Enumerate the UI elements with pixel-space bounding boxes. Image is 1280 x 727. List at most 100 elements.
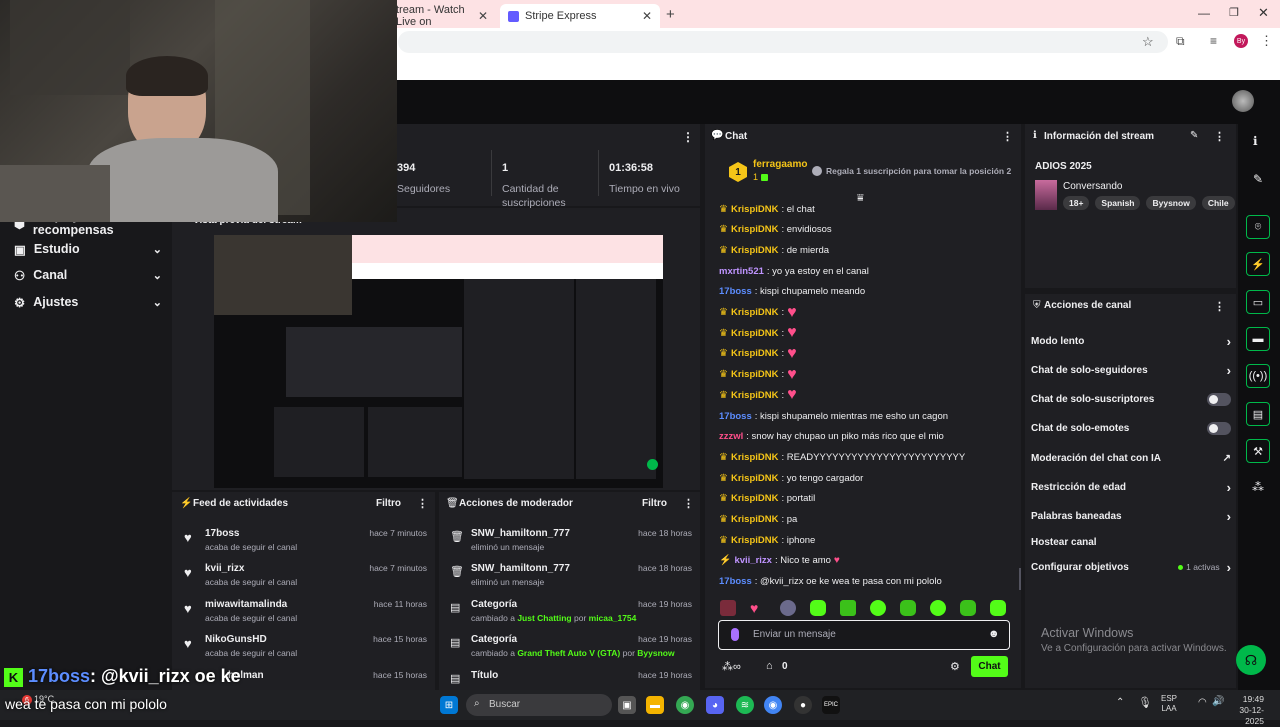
category-link[interactable]: Just Chatting (517, 613, 571, 623)
chat-username[interactable]: mxrtin521 (719, 266, 764, 277)
wrench-icon[interactable]: ⚒ (1246, 439, 1270, 463)
community-icon[interactable]: ⁂∞ (722, 660, 741, 673)
url-bar[interactable] (398, 31, 1168, 53)
close-window-icon[interactable]: ✕ (1258, 5, 1269, 21)
sidebar-item-channel[interactable]: ⚇ Canal ⌄ (14, 265, 162, 285)
emote-icon[interactable] (900, 600, 916, 616)
chat-username[interactable]: 17boss (719, 411, 752, 422)
chat-username[interactable]: KrispiDNK (731, 473, 779, 484)
chat-username[interactable]: KrispiDNK (731, 452, 779, 463)
store-icon[interactable]: ⌂ (766, 660, 773, 672)
category-link[interactable]: Grand Theft Auto V (GTA) (517, 648, 620, 658)
mod-user[interactable]: SNW_hamiltonn_777 (471, 563, 570, 574)
subs-only-toggle[interactable] (1207, 392, 1231, 406)
layout-icon[interactable]: ▤ (1246, 402, 1270, 426)
emotes-only-toggle[interactable] (1207, 421, 1231, 435)
browser-tab-stripe[interactable]: Stripe Express ✕ (500, 4, 660, 28)
community-icon[interactable]: ⁂ (1252, 480, 1264, 494)
tag[interactable]: Byysnow (1146, 196, 1196, 210)
new-tab-icon[interactable]: + (666, 6, 675, 23)
heart-emote-icon[interactable]: ♥ (750, 600, 766, 616)
emote-icon[interactable] (720, 600, 736, 616)
action-banned-words[interactable]: Palabras baneadas › (1031, 505, 1231, 527)
obs-icon[interactable]: ● (794, 696, 812, 714)
emote-icon[interactable] (870, 600, 886, 616)
start-icon[interactable]: ⊞ (440, 696, 458, 714)
emote-icon[interactable] (990, 600, 1006, 616)
chat-username[interactable]: 17boss (719, 576, 752, 587)
mod-user[interactable]: SNW_hamiltonn_777 (471, 528, 570, 539)
emote-icon[interactable] (930, 600, 946, 616)
chat-username[interactable]: 17boss (719, 286, 752, 297)
chat-username[interactable]: KrispiDNK (731, 348, 779, 359)
chat-username[interactable]: KrispiDNK (731, 493, 779, 504)
action-ai-moderation[interactable]: Moderación del chat con IA ↗ (1031, 447, 1231, 469)
mod-menu-icon[interactable]: ⋮ (683, 497, 694, 510)
feed-user[interactable]: miwawitamalinda (205, 599, 297, 610)
profile-avatar[interactable]: By (1234, 34, 1248, 48)
spotify-icon[interactable]: ≋ (736, 696, 754, 714)
tag[interactable]: Chile (1201, 196, 1235, 210)
bookmark-star-icon[interactable]: ☆ (1142, 34, 1154, 50)
volume-icon[interactable]: 🔊 (1212, 696, 1224, 707)
action-slow-mode[interactable]: Modo lento › (1031, 330, 1231, 352)
feed-user[interactable]: 17boss (205, 528, 297, 539)
chat-username[interactable]: KrispiDNK (731, 307, 779, 318)
emote-icon[interactable] (810, 600, 826, 616)
task-view-icon[interactable]: ▣ (618, 696, 636, 714)
user-avatar[interactable] (1232, 90, 1254, 112)
filter-button[interactable]: Filtro (376, 498, 401, 509)
minimize-icon[interactable]: — (1198, 6, 1210, 20)
chat-icon[interactable]: ▬ (1246, 327, 1270, 351)
mic-icon[interactable] (731, 628, 739, 641)
maximize-icon[interactable]: ❐ (1229, 6, 1239, 19)
filter-button[interactable]: Filtro (642, 498, 667, 509)
sidebar-item-settings[interactable]: ⚙ Ajustes ⌄ (14, 292, 162, 312)
document-icon[interactable]: ▭ (1246, 290, 1270, 314)
category-name[interactable]: Conversando (1063, 181, 1122, 192)
chat-username[interactable]: KrispiDNK (731, 390, 779, 401)
chat-input[interactable]: Enviar un mensaje ☻ (718, 620, 1010, 650)
chat-username[interactable]: KrispiDNK (731, 535, 779, 546)
chrome-profile-icon[interactable]: ◉ (764, 696, 782, 714)
action-host-channel[interactable]: Hostear canal (1031, 531, 1231, 553)
taskbar-search[interactable]: ⌕ Buscar (466, 694, 612, 716)
edit-icon[interactable]: ✎ (1190, 130, 1198, 141)
gift-prompt[interactable]: Regala 1 suscripción para tomar la posic… (826, 166, 1011, 176)
action-goals[interactable]: Configurar objetivos 1 activas › (1031, 556, 1231, 578)
lightning-icon[interactable]: ⚡ (1246, 252, 1270, 276)
tray-chevron-icon[interactable]: ⌃ (1116, 697, 1124, 708)
chat-username[interactable]: zzzwl (719, 431, 743, 442)
category-thumbnail[interactable] (1035, 180, 1057, 210)
browser-tab-kick[interactable]: tream - Watch Live on ✕ (388, 4, 496, 28)
camera-icon[interactable]: ⌾ (1246, 215, 1270, 239)
actions-menu-icon[interactable]: ⋮ (1214, 300, 1225, 313)
language-indicator[interactable]: ESP LAA (1161, 694, 1177, 714)
collapse-icon[interactable]: ⩸ (857, 192, 864, 205)
chat-scrollbar[interactable] (1019, 568, 1021, 590)
reading-list-icon[interactable]: ≡ (1210, 34, 1217, 48)
feed-user[interactable]: NikoGunsHD (205, 634, 297, 645)
stream-preview-video[interactable] (214, 235, 663, 488)
chat-username[interactable]: KrispiDNK (731, 328, 779, 339)
chat-username[interactable]: KrispiDNK (731, 369, 779, 380)
close-tab-icon[interactable]: ✕ (478, 9, 488, 23)
chat-username[interactable]: kvii_rizx (734, 555, 772, 566)
tag[interactable]: 18+ (1063, 196, 1090, 210)
discord-icon[interactable]: ◕ (706, 696, 724, 714)
browser-menu-icon[interactable]: ⋮ (1260, 33, 1273, 49)
broadcast-icon[interactable]: ((•)) (1246, 364, 1270, 388)
action-followers-only[interactable]: Chat de solo-seguidores › (1031, 359, 1231, 381)
user-link[interactable]: Byysnow (637, 648, 674, 658)
file-explorer-icon[interactable]: ▬ (646, 696, 664, 714)
tag[interactable]: Spanish (1095, 196, 1141, 210)
info-menu-icon[interactable]: ⋮ (1214, 130, 1225, 143)
chat-username[interactable]: KrispiDNK (731, 224, 779, 235)
clock[interactable]: 19:49 30-12-2025 (1226, 694, 1264, 727)
emote-icon[interactable] (840, 600, 856, 616)
chat-username[interactable]: KrispiDNK (731, 245, 779, 256)
chat-username[interactable]: KrispiDNK (731, 514, 779, 525)
chat-menu-icon[interactable]: ⋮ (1002, 130, 1013, 143)
stats-menu-icon[interactable]: ⋮ (682, 130, 694, 144)
info-icon[interactable]: ℹ (1253, 134, 1258, 148)
